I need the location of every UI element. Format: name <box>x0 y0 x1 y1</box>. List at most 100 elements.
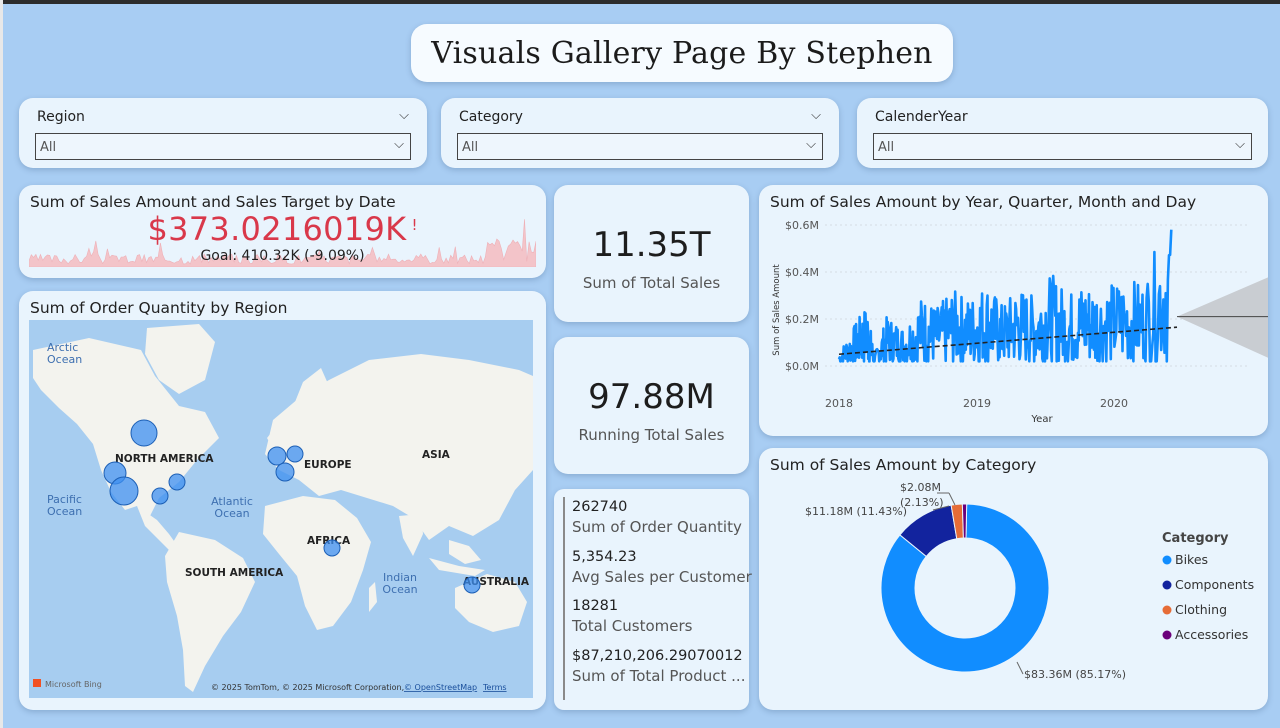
map-bubble-france[interactable] <box>275 462 295 482</box>
donut-legend-title: Category <box>1162 531 1229 546</box>
region-dropdown[interactable]: All ⌵ <box>35 133 411 160</box>
legend-item-accessories: Accessories <box>1175 627 1248 642</box>
line-chart-y-title: Sum of Sales Amount <box>772 264 782 356</box>
legend-item-bikes: Bikes <box>1175 552 1208 567</box>
sales-line-series <box>837 229 1173 363</box>
legend-item-clothing: Clothing <box>1175 602 1227 617</box>
line-chart-x-title: Year <box>1030 414 1053 425</box>
atlantic-ocean-label-2: Ocean <box>214 507 249 520</box>
map-bubble-southeast[interactable] <box>151 487 169 505</box>
x-tick-label: 2019 <box>963 397 991 410</box>
total-sales-value: 11.35T <box>592 225 711 265</box>
multi-row-label: Total Customers <box>572 617 693 635</box>
donut-slice-accessories <box>961 503 968 539</box>
order-quantity-map-card[interactable]: Sum of Order Quantity by Region Arctic Oc… <box>19 291 546 710</box>
alert-icon: ! <box>411 216 418 234</box>
forecast-confidence-band <box>1177 277 1268 358</box>
map-bubble-southwest[interactable] <box>109 476 139 506</box>
map-title: Sum of Order Quantity by Region <box>30 299 288 317</box>
year-dropdown-value: All <box>878 140 895 155</box>
category-slicer-label: Category <box>459 109 523 125</box>
components-data-label: $11.18M (11.43%) <box>805 505 907 518</box>
y-tick-label: $0.6M <box>785 219 819 232</box>
asia-label: ASIA <box>422 449 451 461</box>
sales-target-title: Sum of Sales Amount and Sales Target by … <box>30 193 396 211</box>
running-total-label: Running Total Sales <box>578 426 725 444</box>
multi-row-label: Avg Sales per Customer <box>572 568 752 586</box>
map-bubble-australia[interactable] <box>463 576 481 594</box>
svg-text:PacificOcean: Pacific Ocean <box>47 493 82 518</box>
category-dropdown[interactable]: All ⌵ <box>457 133 823 160</box>
category-slicer[interactable]: Category ⌵ All ⌵ <box>441 98 839 168</box>
legend-swatch <box>1162 580 1172 590</box>
openstreetmap-link[interactable]: © OpenStreetMap <box>404 683 477 692</box>
south-america-label: SOUTH AMERICA <box>185 567 284 579</box>
pacific-ocean-label-2: Ocean <box>47 505 82 518</box>
legend-swatch <box>1162 555 1172 565</box>
map-copyright: © 2025 TomTom, © 2025 Microsoft Corporat… <box>211 683 404 692</box>
chevron-down-icon[interactable]: ⌵ <box>399 108 409 123</box>
world-map[interactable]: Arctic Ocean Pacific Ocean Atlantic Ocean I… <box>29 320 533 698</box>
bikes-data-label: $83.36M (85.17%) <box>1024 668 1126 681</box>
microsoft-bing-logo: Microsoft Bing <box>45 680 102 689</box>
region-slicer[interactable]: Region ⌵ All ⌵ <box>19 98 427 168</box>
svg-text:AtlanticOcean: Atlantic Ocean <box>211 495 253 520</box>
multi-row-item: $87,210,206.29070012 Sum of Total Produc… <box>572 648 745 685</box>
multi-row-item: 262740 Sum of Order Quantity <box>572 499 742 536</box>
europe-label: EUROPE <box>304 459 352 471</box>
map-bubble-canada[interactable] <box>130 419 158 447</box>
x-tick-label: 2018 <box>825 397 853 410</box>
total-sales-card[interactable]: 11.35T Sum of Total Sales <box>554 185 749 322</box>
multi-row-value: 18281 <box>572 598 619 614</box>
multi-row-accent-bar <box>563 497 565 700</box>
window-top-edge <box>0 0 1280 4</box>
multi-row-item: 5,354.23 Avg Sales per Customer <box>572 549 752 586</box>
map-bubble-uk[interactable] <box>267 446 287 466</box>
year-dropdown[interactable]: All ⌵ <box>873 133 1252 160</box>
y-tick-label: $0.2M <box>785 313 819 326</box>
north-america-label: NORTH AMERICA <box>115 453 214 465</box>
accessories-data-label-2: (2.13%) <box>900 496 944 509</box>
svg-text:ArcticOcean: Arctic Ocean <box>47 341 82 366</box>
region-dropdown-value: All <box>40 140 57 155</box>
donut-chart[interactable]: $11.18M (11.43%) $2.08M (2.13%) $83.36M … <box>759 448 1268 710</box>
sales-by-date-line-card[interactable]: Sum of Sales Amount by Year, Quarter, Mo… <box>759 185 1268 436</box>
terms-link[interactable]: Terms <box>482 683 507 692</box>
multi-row-label: Sum of Total Product ... <box>572 667 746 685</box>
y-tick-label: $0.4M <box>785 266 819 279</box>
svg-text:IndianOcean: Indian Ocean <box>382 571 417 596</box>
sales-target-value-row: $373.0216019K ! <box>19 210 546 248</box>
line-chart[interactable]: Sum of Sales Amount Year $0.6M $0.4M $0.… <box>759 185 1268 436</box>
sales-target-value: $373.0216019K <box>147 210 407 248</box>
y-tick-label: $0.0M <box>785 360 819 373</box>
map-bubble-germany[interactable] <box>286 445 304 463</box>
window-left-edge <box>0 0 3 728</box>
chevron-down-icon[interactable]: ⌵ <box>1235 137 1245 152</box>
total-sales-label: Sum of Total Sales <box>582 274 721 292</box>
page-title-card: Visuals Gallery Page By Stephen <box>411 24 953 82</box>
sales-by-category-donut-card[interactable]: Sum of Sales Amount by Category $11.18M … <box>759 448 1268 710</box>
indian-ocean-label-2: Ocean <box>382 583 417 596</box>
chevron-down-icon[interactable]: ⌵ <box>394 137 404 152</box>
region-slicer-label: Region <box>37 109 85 125</box>
x-tick-label: 2020 <box>1100 397 1128 410</box>
page-title: Visuals Gallery Page By Stephen <box>431 35 933 71</box>
arctic-ocean-label-2: Ocean <box>47 353 82 366</box>
running-total-card[interactable]: 97.88M Running Total Sales <box>554 337 749 474</box>
category-dropdown-value: All <box>462 140 479 155</box>
legend-swatch <box>1162 630 1172 640</box>
chevron-down-icon[interactable]: ⌵ <box>811 108 821 123</box>
map-bubble-northeast[interactable] <box>168 473 186 491</box>
sales-target-goal: Goal: 410.32K (-9.09%) <box>200 248 365 264</box>
multi-row-card[interactable]: 262740 Sum of Order Quantity 5,354.23 Av… <box>554 489 752 710</box>
map-bubble-africa[interactable] <box>323 539 341 557</box>
year-slicer-label: CalenderYear <box>875 109 968 125</box>
multi-row-value: $87,210,206.29070012 <box>572 648 743 664</box>
chevron-down-icon[interactable]: ⌵ <box>806 137 816 152</box>
sales-target-card[interactable]: Sum of Sales Amount and Sales Target by … <box>19 185 546 278</box>
multi-row-value: 5,354.23 <box>572 549 637 565</box>
year-slicer[interactable]: CalenderYear All ⌵ <box>857 98 1268 168</box>
label-leader-line <box>1016 661 1024 675</box>
label-leader-line <box>948 492 956 506</box>
accessories-data-label-1: $2.08M <box>900 481 941 494</box>
